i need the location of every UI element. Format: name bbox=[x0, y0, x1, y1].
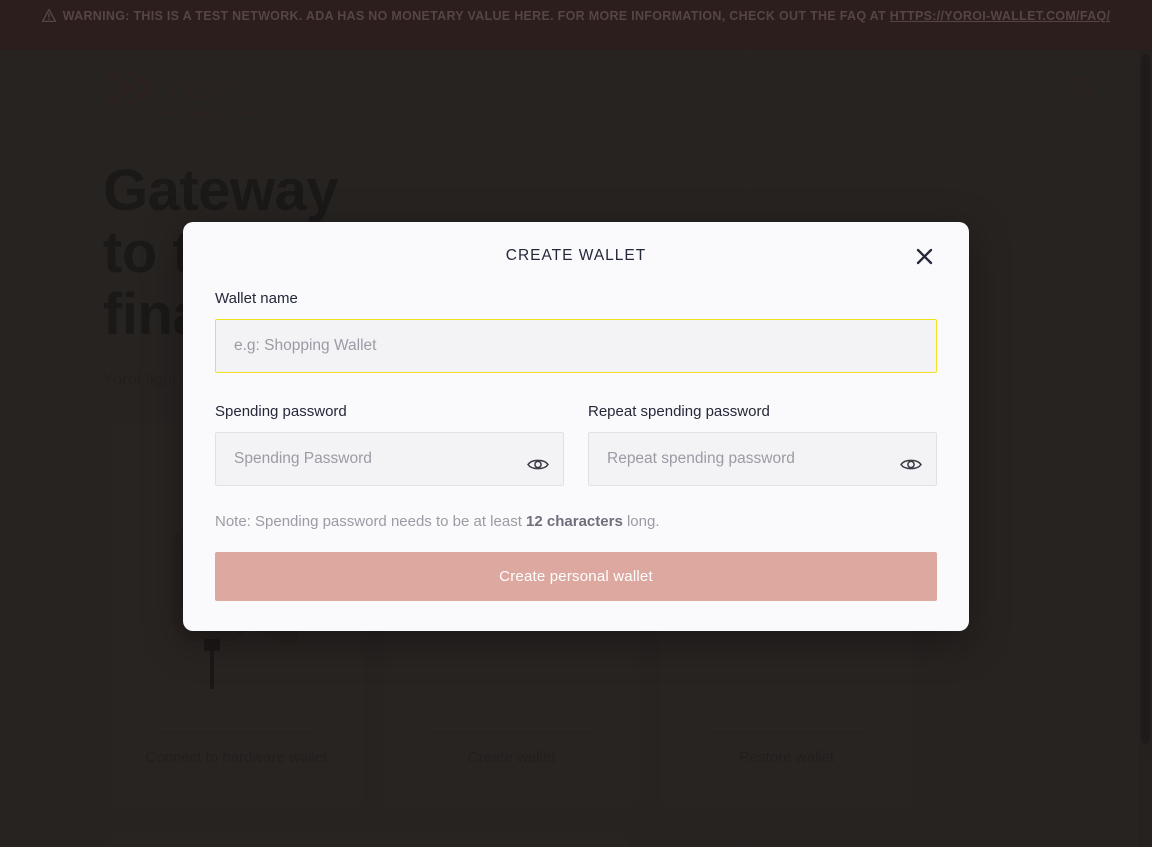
wallet-name-label: Wallet name bbox=[215, 290, 298, 307]
spending-password-label: Spending password bbox=[215, 403, 347, 420]
password-requirement-note: Note: Spending password needs to be at l… bbox=[215, 513, 937, 530]
repeat-password-group: Repeat spending password bbox=[588, 403, 937, 486]
wallet-name-field-wrap bbox=[215, 319, 937, 373]
note-emphasis: 12 characters bbox=[526, 513, 623, 530]
warning-triangle-icon bbox=[41, 9, 56, 22]
eye-icon bbox=[527, 457, 549, 472]
close-dialog-button[interactable] bbox=[907, 239, 941, 273]
faq-link[interactable]: HTTPS://YOROI-WALLET.COM/FAQ/ bbox=[890, 9, 1111, 23]
create-personal-wallet-button[interactable]: Create personal wallet bbox=[215, 552, 937, 601]
eye-icon bbox=[900, 457, 922, 472]
close-x-icon bbox=[916, 248, 933, 265]
toggle-spending-password-visibility[interactable] bbox=[525, 451, 551, 477]
warning-text: WARNING: THIS IS A TEST NETWORK. ADA HAS… bbox=[41, 7, 1111, 25]
spending-password-field-wrap bbox=[215, 432, 564, 486]
warning-message: WARNING: THIS IS A TEST NETWORK. ADA HAS… bbox=[62, 9, 890, 23]
create-wallet-dialog: CREATE WALLET Wallet name Spending passw… bbox=[183, 222, 969, 631]
dialog-header: CREATE WALLET bbox=[215, 222, 937, 290]
repeat-password-label: Repeat spending password bbox=[588, 403, 770, 420]
note-suffix: long. bbox=[622, 513, 660, 530]
test-network-warning-banner: WARNING: THIS IS A TEST NETWORK. ADA HAS… bbox=[0, 0, 1152, 50]
toggle-repeat-password-visibility[interactable] bbox=[898, 451, 924, 477]
repeat-password-field-wrap bbox=[588, 432, 937, 486]
spending-password-group: Spending password bbox=[215, 403, 564, 486]
password-fields-row: Spending password Repeat spending passwo… bbox=[215, 403, 937, 486]
dialog-title: CREATE WALLET bbox=[505, 247, 647, 264]
spending-password-input[interactable] bbox=[215, 432, 564, 486]
wallet-name-input[interactable] bbox=[215, 319, 937, 373]
note-prefix: Note: Spending password needs to be at l… bbox=[215, 513, 527, 530]
repeat-password-input[interactable] bbox=[588, 432, 937, 486]
